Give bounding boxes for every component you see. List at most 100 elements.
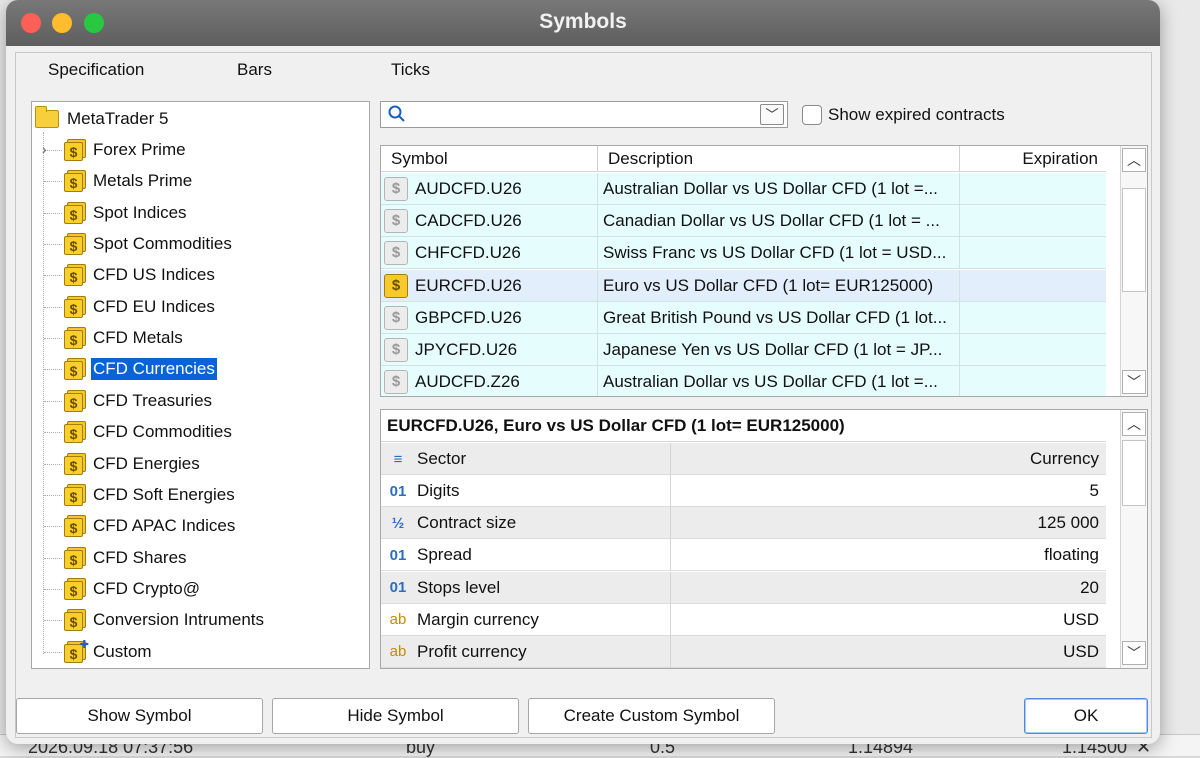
tree-item[interactable]: $ CFD US Indices [44,261,217,289]
column-header-description[interactable]: Description [598,146,960,172]
scroll-up-button[interactable]: ︿ [1122,148,1146,172]
dollar-icon[interactable]: $ [384,241,408,266]
property-row[interactable]: 01 Spread floating [381,539,1106,572]
property-row[interactable]: ½ Contract size 125 000 [381,507,1106,540]
property-row[interactable]: 01 Digits 5 [381,475,1106,508]
property-row[interactable]: ab Profit currency USD [381,635,1106,668]
description-cell: Japanese Yen vs US Dollar CFD (1 lot = J… [598,334,960,366]
show-expired-checkbox[interactable] [802,105,822,125]
table-row[interactable]: $ JPYCFD.U26 Japanese Yen vs US Dollar CFD… [381,334,1106,366]
tree-guide-line [43,132,44,654]
tree-connector [44,244,62,246]
details-scrollbar[interactable]: ︿ ﹀ [1120,410,1147,668]
tree-item[interactable]: $ CFD EU Indices [44,293,217,321]
search-history-dropdown[interactable]: ﹀ [760,104,784,125]
tree-connector [44,588,62,590]
dollar-icon[interactable]: $ [384,209,408,234]
dollar-icon[interactable]: $ [384,177,408,201]
symbols-table[interactable]: Symbol Description Expiration $ AUDCFD.U2… [380,145,1148,397]
text-icon: ab [389,643,407,661]
symbol-details-panel[interactable]: EURCFD.U26, Euro vs US Dollar CFD (1 lot… [380,409,1148,669]
property-row[interactable]: ≡ Sector Currency [381,443,1106,475]
show-symbol-button[interactable]: Show Symbol [16,698,263,734]
tree-item[interactable]: $ CFD Soft Energies [44,481,237,509]
property-row[interactable]: ab Margin currency USD [381,603,1106,636]
table-row[interactable]: $ AUDCFD.Z26 Australian Dollar vs US Dolla… [381,366,1106,396]
property-name: Sector [417,449,467,468]
show-expired-label: Show expired contracts [828,105,1005,124]
tab-specification[interactable]: Specification [48,60,144,80]
scroll-down-button[interactable]: ﹀ [1122,641,1146,665]
search-input[interactable] [411,104,751,125]
chevron-right-icon[interactable]: › [42,141,47,157]
number-icon: 01 [389,579,407,597]
tree-item[interactable]: $ ✚ Custom [44,638,154,666]
scroll-thumb[interactable] [1122,188,1146,292]
table-row[interactable]: $ GBPCFD.U26 Great British Pound vs US Dol… [381,301,1106,334]
symbol-group-tree[interactable]: MetaTrader 5 › $ Forex Prime $ Metals Prime $… [31,101,370,669]
property-name-cell: 01 Spread [381,539,671,572]
dollar-icon[interactable]: $ [384,273,408,298]
tree-item[interactable]: $ CFD Shares [44,544,189,572]
symbol-group-icon: $ [64,609,86,632]
tree-root[interactable]: MetaTrader 5 [35,106,170,131]
chevron-down-icon: ﹀ [765,107,779,122]
dialog-client: Specification Bars Ticks MetaTrader 5 › $… [15,52,1152,738]
tree-connector [44,369,62,371]
tree-item[interactable]: $ CFD Energies [44,450,202,478]
sector-icon: ≡ [393,450,403,468]
tree-connector [44,494,62,496]
symbol-group-icon: $ [64,483,86,506]
tree-connector [44,181,62,183]
property-value: floating [1044,545,1099,565]
ok-button[interactable]: OK [1024,698,1148,734]
tree-item[interactable]: › $ Forex Prime [42,136,188,164]
tree-item-label: Conversion Intruments [93,610,265,630]
dollar-icon[interactable]: $ [384,305,408,330]
symbol-search: ﹀ [380,101,788,128]
tree-item[interactable]: $ CFD APAC Indices [44,512,237,540]
title-bar[interactable]: Symbols [6,0,1160,46]
tree-item[interactable]: $ Spot Commodities [44,230,234,258]
symbol-cell: $ JPYCFD.U26 [381,334,598,366]
scroll-down-button[interactable]: ﹀ [1122,370,1146,394]
tree-item[interactable]: $ CFD Currencies [44,355,217,383]
create-custom-symbol-button[interactable]: Create Custom Symbol [528,698,775,734]
expiration-cell [960,366,1106,396]
tab-bars[interactable]: Bars [237,60,272,80]
tree-item[interactable]: $ CFD Metals [44,324,185,352]
column-header-expiration[interactable]: Expiration [960,146,1106,172]
symbols-scrollbar[interactable]: ︿ ﹀ [1120,146,1147,396]
symbol-cell: $ AUDCFD.U26 [381,173,598,205]
property-row[interactable]: 01 Stops level 20 [381,571,1106,604]
scroll-up-button[interactable]: ︿ [1122,412,1146,436]
tree-item[interactable]: $ CFD Commodities [44,418,234,446]
tab-ticks[interactable]: Ticks [391,60,430,80]
scroll-thumb[interactable] [1122,440,1146,506]
table-row[interactable]: $ CHFCFD.U26 Swiss Franc vs US Dollar CFD … [381,237,1106,270]
hide-symbol-button[interactable]: Hide Symbol [272,698,519,734]
symbol-name: GBPCFD.U26 [415,307,522,327]
tree-item[interactable]: $ Spot Indices [44,199,189,227]
table-row[interactable]: $ AUDCFD.U26 Australian Dollar vs US Dolla… [381,173,1106,205]
show-expired-toggle[interactable]: Show expired contracts [802,105,1005,125]
property-name-cell: ab Margin currency [381,603,671,636]
tree-item[interactable]: $ CFD Treasuries [44,387,214,415]
tree-item[interactable]: $ Metals Prime [44,167,194,195]
table-row[interactable]: $ CADCFD.U26 Canadian Dollar vs US Dollar … [381,205,1106,238]
table-row[interactable]: $ EURCFD.U26 Euro vs US Dollar CFD (1 lot=… [381,269,1106,302]
dollar-icon[interactable]: $ [384,370,408,395]
tree-item-label: CFD Soft Energies [93,484,235,504]
property-name: Spread [417,545,472,565]
symbol-cell: $ CHFCFD.U26 [381,237,598,270]
tree-item[interactable]: $ CFD Crypto@ [44,575,202,603]
symbol-name: EURCFD.U26 [415,275,522,295]
symbol-group-icon: $ [64,201,86,224]
description-cell: Great British Pound vs US Dollar CFD (1 … [598,301,960,334]
tree-item-label: CFD US Indices [93,265,215,285]
symbol-name: AUDCFD.U26 [415,179,522,198]
column-header-symbol[interactable]: Symbol [381,146,598,172]
symbol-name: JPYCFD.U26 [415,340,518,359]
tree-item[interactable]: $ Conversion Intruments [44,606,266,634]
dollar-icon[interactable]: $ [384,338,408,362]
